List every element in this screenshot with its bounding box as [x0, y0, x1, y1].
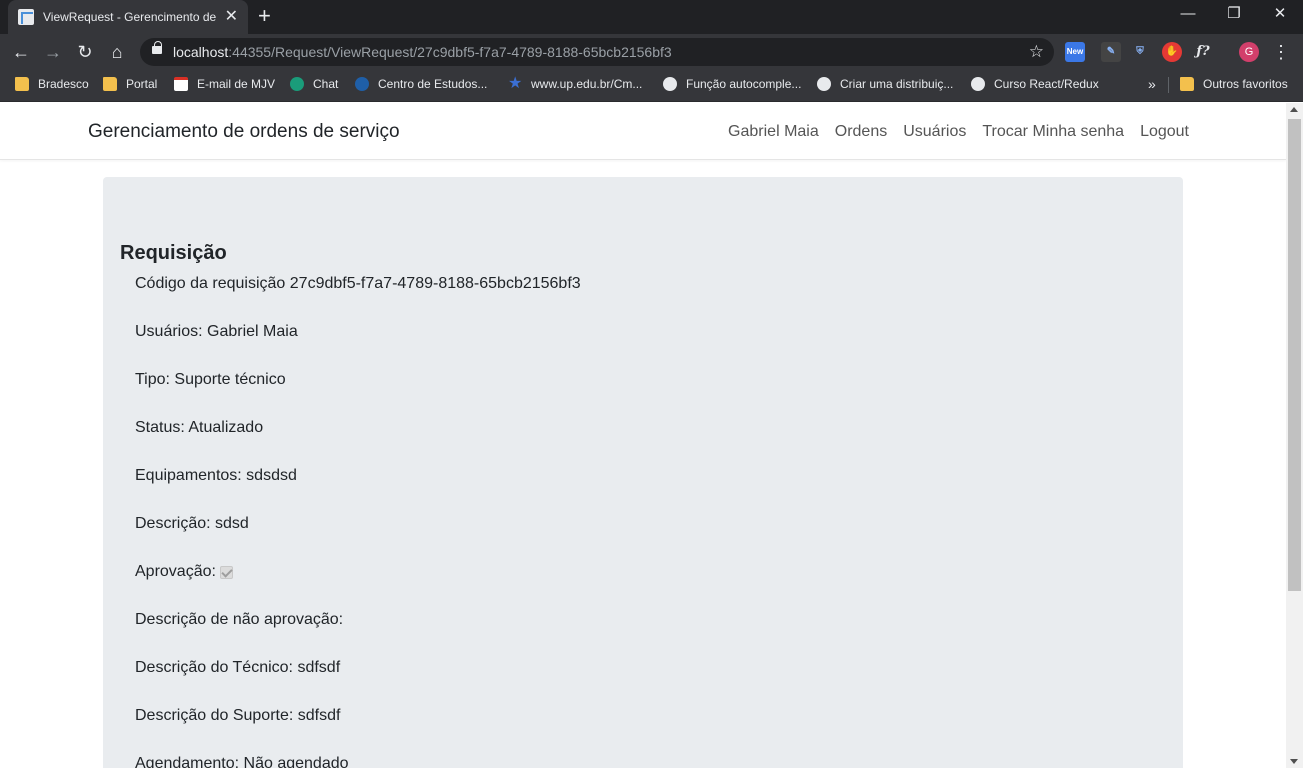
tab-strip: ViewRequest - Gerencimento de ✕ + — ❐ ✕ — [0, 0, 1303, 34]
bookmark-centro-estudos[interactable]: Centro de Estudos... — [355, 70, 487, 98]
bookmark-portal[interactable]: Portal — [103, 70, 157, 98]
request-fields: Código da requisição 27c9dbf5-f7a7-4789-… — [135, 275, 581, 768]
forward-button[interactable]: → — [41, 41, 65, 63]
request-code: Código da requisição 27c9dbf5-f7a7-4789-… — [135, 275, 581, 292]
url-text[interactable]: localhost:44355/Request/ViewRequest/27c9… — [173, 44, 672, 60]
extension-function-icon[interactable]: ƒ? — [1193, 42, 1213, 62]
site-icon — [355, 77, 369, 91]
tab-close-icon[interactable]: ✕ — [225, 9, 238, 25]
bookmark-outros-favoritos[interactable]: Outros favoritos — [1180, 70, 1288, 98]
nav-link-usuarios[interactable]: Usuários — [903, 123, 966, 141]
extension-new-icon[interactable]: New — [1065, 42, 1085, 62]
request-support-description: Descrição do Suporte: sdfsdf — [135, 707, 341, 724]
extension-hand-icon[interactable]: ✋ — [1162, 42, 1182, 62]
profile-avatar[interactable]: G — [1239, 42, 1259, 62]
nav-link-change-password[interactable]: Trocar Minha senha — [982, 123, 1124, 141]
tab-title: ViewRequest - Gerencimento de — [43, 10, 217, 24]
bookmark-star-icon[interactable]: ☆ — [1029, 42, 1044, 62]
new-tab-button[interactable]: + — [258, 5, 271, 27]
scroll-down-icon[interactable] — [1290, 759, 1298, 764]
gmail-icon — [174, 77, 188, 91]
restore-button[interactable]: ❐ — [1211, 4, 1257, 24]
extension-pen-icon[interactable]: ✎ — [1101, 42, 1121, 62]
bookmark-chat[interactable]: Chat — [290, 70, 338, 98]
nav-link-ordens[interactable]: Ordens — [835, 123, 887, 141]
folder-icon — [15, 77, 29, 91]
bookmark-bradesco[interactable]: Bradesco — [15, 70, 89, 98]
bookmark-curso-react[interactable]: Curso React/Redux — [971, 70, 1099, 98]
approval-checkbox — [219, 566, 233, 579]
browser-menu-icon[interactable]: ⋮ — [1272, 40, 1290, 64]
site-brand[interactable]: Gerenciamento de ordens de serviço — [88, 121, 400, 143]
minimize-button[interactable]: — — [1165, 4, 1211, 24]
chat-icon — [290, 77, 304, 91]
site-navbar: Gerenciamento de ordens de serviço Gabri… — [0, 103, 1286, 160]
back-button[interactable]: ← — [9, 41, 33, 63]
request-status: Status: Atualizado — [135, 419, 264, 436]
request-approval: Aprovação: — [135, 563, 581, 611]
nav-link-user[interactable]: Gabriel Maia — [728, 123, 819, 141]
request-technician-description: Descrição do Técnico: sdfsdf — [135, 659, 341, 676]
close-window-button[interactable]: ✕ — [1257, 4, 1303, 24]
bookmarks-bar: Bradesco Portal E-mail de MJV Chat Centr… — [0, 70, 1303, 102]
folder-icon — [1180, 77, 1194, 91]
bookmark-email-mjv[interactable]: E-mail de MJV — [174, 70, 275, 98]
request-scheduling: Agendamento: Não agendado — [135, 755, 349, 768]
github-icon — [817, 77, 831, 91]
browser-tab[interactable]: ViewRequest - Gerencimento de ✕ — [8, 0, 248, 34]
star-site-icon: ★ — [508, 75, 523, 92]
bookmark-up-edu[interactable]: ★ www.up.edu.br/Cm... — [508, 70, 642, 98]
scrollbar-thumb[interactable] — [1288, 119, 1301, 591]
address-bar[interactable]: localhost:44355/Request/ViewRequest/27c9… — [140, 38, 1054, 66]
nav-link-logout[interactable]: Logout — [1140, 123, 1189, 141]
request-equipment: Equipamentos: sdsdsd — [135, 467, 297, 484]
request-description: Descrição: sdsd — [135, 515, 249, 532]
bookmarks-overflow-icon[interactable]: » — [1148, 76, 1156, 92]
scroll-up-icon[interactable] — [1290, 107, 1298, 112]
folder-icon — [103, 77, 117, 91]
page-favicon-icon — [18, 9, 34, 25]
request-type: Tipo: Suporte técnico — [135, 371, 286, 388]
github-icon — [663, 77, 677, 91]
request-card: Requisição Código da requisição 27c9dbf5… — [103, 177, 1183, 768]
bookmark-criar-distribuicao[interactable]: Criar uma distribuiç... — [817, 70, 953, 98]
approval-label: Aprovação: — [135, 563, 216, 580]
nav-links: Gabriel Maia Ordens Usuários Trocar Minh… — [728, 123, 1189, 141]
request-users: Usuários: Gabriel Maia — [135, 323, 298, 340]
reload-button[interactable]: ↻ — [73, 41, 97, 63]
home-button[interactable]: ⌂ — [105, 41, 129, 63]
bookmark-funcao-autocomplete[interactable]: Função autocomple... — [663, 70, 801, 98]
extension-shield-icon[interactable]: ⛨ — [1130, 42, 1150, 62]
lock-icon — [152, 41, 162, 54]
github-icon — [971, 77, 985, 91]
request-non-approval-description: Descrição de não aprovação: — [135, 611, 344, 628]
page-viewport: Gerenciamento de ordens de serviço Gabri… — [0, 103, 1303, 768]
browser-toolbar: ← → ↻ ⌂ localhost:44355/Request/ViewRequ… — [0, 34, 1303, 70]
request-title: Requisição — [120, 242, 227, 264]
bookmarks-divider — [1168, 77, 1169, 93]
vertical-scrollbar[interactable] — [1286, 103, 1303, 768]
